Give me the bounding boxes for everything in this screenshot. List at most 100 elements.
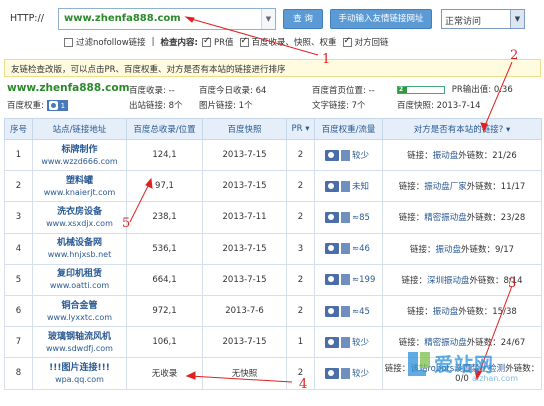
site-name-link[interactable]: 洗衣房设备 xyxy=(33,206,126,218)
nofollow-checkbox[interactable] xyxy=(64,37,73,47)
row-traffic: ≈85 xyxy=(352,212,370,223)
baidu-checkbox[interactable] xyxy=(239,36,249,47)
site-name-link[interactable]: 机械设备网 xyxy=(33,237,126,249)
baidu-index-value: -- xyxy=(168,86,175,96)
link-keyword[interactable]: 精密振动盘 xyxy=(424,213,467,223)
site-name-link[interactable]: 复印机租赁 xyxy=(33,268,126,280)
row-site[interactable]: 玻璃钢轴流风机 www.sdwdfj.com xyxy=(32,326,127,359)
row-snapshot[interactable]: 2013-7-15 xyxy=(202,232,287,265)
weight-value-chip xyxy=(341,368,350,380)
row-snapshot[interactable]: 2013-7-11 xyxy=(202,201,287,234)
baidu-weight-icon xyxy=(325,368,339,380)
row-site[interactable]: 机械设备网 www.hnjxsb.net xyxy=(32,232,127,265)
col-header-backlink-sort[interactable]: 对方是否有本站的链接? ▾ xyxy=(382,118,542,140)
row-index: 2 xyxy=(4,170,33,203)
nofollow-option[interactable]: 过滤nofollow链接 xyxy=(64,36,146,48)
row-site[interactable]: 标牌制作 www.wzzd666.com xyxy=(32,138,127,172)
text-links-value: 7个 xyxy=(351,101,366,111)
row-snapshot[interactable]: 无快照 xyxy=(202,357,287,390)
site-name-link[interactable]: !!!图片连接!!! xyxy=(33,362,126,374)
options-separator: | xyxy=(151,37,155,47)
row-weight[interactable]: 较少 xyxy=(314,326,383,359)
col-header-pr-sort[interactable]: PR ▾ xyxy=(286,118,315,140)
baidu-option[interactable]: 百度收录、快照、权重 xyxy=(239,36,337,48)
row-baidu-index[interactable]: 124,1 xyxy=(126,138,203,172)
row-snapshot[interactable]: 2013-7-15 xyxy=(202,138,287,172)
row-backlink: 链接：深圳振动盘外链数：8/14 xyxy=(382,263,542,296)
url-input[interactable]: www.zhenfa888.com ▼ xyxy=(58,8,276,30)
query-button[interactable]: 查 询 xyxy=(283,9,323,29)
site-url-link[interactable]: www.wzzd666.com xyxy=(33,156,126,167)
out-count: 外链数：11/17 xyxy=(466,182,526,193)
row-baidu-index[interactable]: 无收录 xyxy=(126,357,203,390)
site-url-link[interactable]: www.sdwdfj.com xyxy=(33,343,126,354)
row-snapshot[interactable]: 2013-7-15 xyxy=(202,170,287,203)
row-weight[interactable]: ≈45 xyxy=(314,294,383,328)
link-keyword[interactable]: 振动盘 xyxy=(435,245,461,255)
row-weight[interactable]: 较少 xyxy=(314,357,383,390)
link-keyword[interactable]: 振动盘 xyxy=(433,307,459,317)
row-weight[interactable]: ≈85 xyxy=(314,201,383,234)
baidu-weight-icon xyxy=(325,305,339,317)
row-weight[interactable]: ≈46 xyxy=(314,232,383,265)
img-links-value: 1个 xyxy=(238,101,253,111)
chevron-down-icon[interactable]: ▼ xyxy=(510,10,524,28)
site-url-link[interactable]: wpa.qq.com xyxy=(33,374,126,385)
row-site[interactable]: 塑料罐 www.knaierjt.com xyxy=(32,170,127,203)
row-baidu-index[interactable]: 106,1 xyxy=(126,326,203,359)
img-links-label: 图片链接: xyxy=(199,101,236,111)
row-weight[interactable]: 未知 xyxy=(314,170,383,203)
row-weight[interactable]: ≈199 xyxy=(314,263,383,296)
site-url-link[interactable]: www.lyxxtc.com xyxy=(33,312,126,323)
row-baidu-index[interactable]: 97,1 xyxy=(126,170,203,203)
row-site[interactable]: !!!图片连接!!! wpa.qq.com xyxy=(32,357,127,390)
baidu-home-value: -- xyxy=(368,86,375,96)
manual-input-button[interactable]: 手动输入友情链接网址 xyxy=(330,9,432,29)
site-name-link[interactable]: 塑料罐 xyxy=(33,175,126,187)
row-baidu-index[interactable]: 972,1 xyxy=(126,294,203,328)
row-baidu-index[interactable]: 536,1 xyxy=(126,232,203,265)
backlink-option[interactable]: 对方回链 xyxy=(342,36,389,48)
notice-bar: 友链检查改版，可以点击PR、百度权重、对方是否有本站的链接进行排序 xyxy=(4,59,541,77)
site-url-link[interactable]: www.hnjxsb.net xyxy=(33,249,126,260)
row-site[interactable]: 铜合金管 www.lyxxtc.com xyxy=(32,294,127,328)
backlink-option-label: 对方回链 xyxy=(354,38,389,48)
site-name-link[interactable]: 铜合金管 xyxy=(33,300,126,312)
site-name: www.zhenfa888.com xyxy=(7,82,130,94)
link-label: 链接： xyxy=(407,307,433,318)
site-url-link[interactable]: www.oatti.com xyxy=(33,280,126,291)
link-keyword[interactable]: 振动盘 xyxy=(433,151,459,161)
access-mode-select[interactable]: 正常访问 ▼ xyxy=(441,9,525,29)
row-pr: 3 xyxy=(286,232,315,265)
row-index: 5 xyxy=(4,263,33,296)
row-index: 1 xyxy=(4,138,33,172)
site-url-link[interactable]: www.xsxdjx.com xyxy=(33,218,126,229)
link-keyword[interactable]: 深圳振动盘 xyxy=(427,276,470,286)
row-snapshot[interactable]: 2013-7-15 xyxy=(202,326,287,359)
row-baidu-index[interactable]: 238,1 xyxy=(126,201,203,234)
row-site[interactable]: 复印机租赁 www.oatti.com xyxy=(32,263,127,296)
col-header-snapshot: 百度快照 xyxy=(202,118,287,140)
site-url-link[interactable]: www.knaierjt.com xyxy=(33,187,126,198)
baidu-weight-icon xyxy=(325,181,339,193)
pr-option[interactable]: PR值 xyxy=(201,36,234,48)
pr-checkbox[interactable] xyxy=(201,36,211,47)
url-dropdown-icon[interactable]: ▼ xyxy=(261,9,275,29)
row-site[interactable]: 洗衣房设备 www.xsxdjx.com xyxy=(32,201,127,234)
row-baidu-index[interactable]: 664,1 xyxy=(126,263,203,296)
out-links-value: 8个 xyxy=(168,101,183,111)
snapshot-label: 百度快照: xyxy=(397,101,434,111)
link-keyword[interactable]: 振动盘厂家 xyxy=(424,182,467,192)
row-snapshot[interactable]: 2013-7-15 xyxy=(202,263,287,296)
site-name-link[interactable]: 玻璃钢轴流风机 xyxy=(33,331,126,343)
row-traffic: 未知 xyxy=(352,182,370,193)
row-snapshot[interactable]: 2013-7-6 xyxy=(202,294,287,328)
site-name-link[interactable]: 标牌制作 xyxy=(33,144,126,156)
backlink-checkbox[interactable] xyxy=(342,36,352,47)
table-header-row: 序号 站点/链接地址 百度总收录/位置 百度快照 PR ▾ 百度权重/流量 对方… xyxy=(4,118,542,140)
col-header-weight[interactable]: 百度权重/流量 xyxy=(314,118,383,140)
pr-option-label: PR值 xyxy=(213,38,234,48)
weight-value-chip xyxy=(341,337,350,349)
row-weight[interactable]: 较少 xyxy=(314,138,383,172)
http-label: HTTP:// xyxy=(10,13,44,24)
